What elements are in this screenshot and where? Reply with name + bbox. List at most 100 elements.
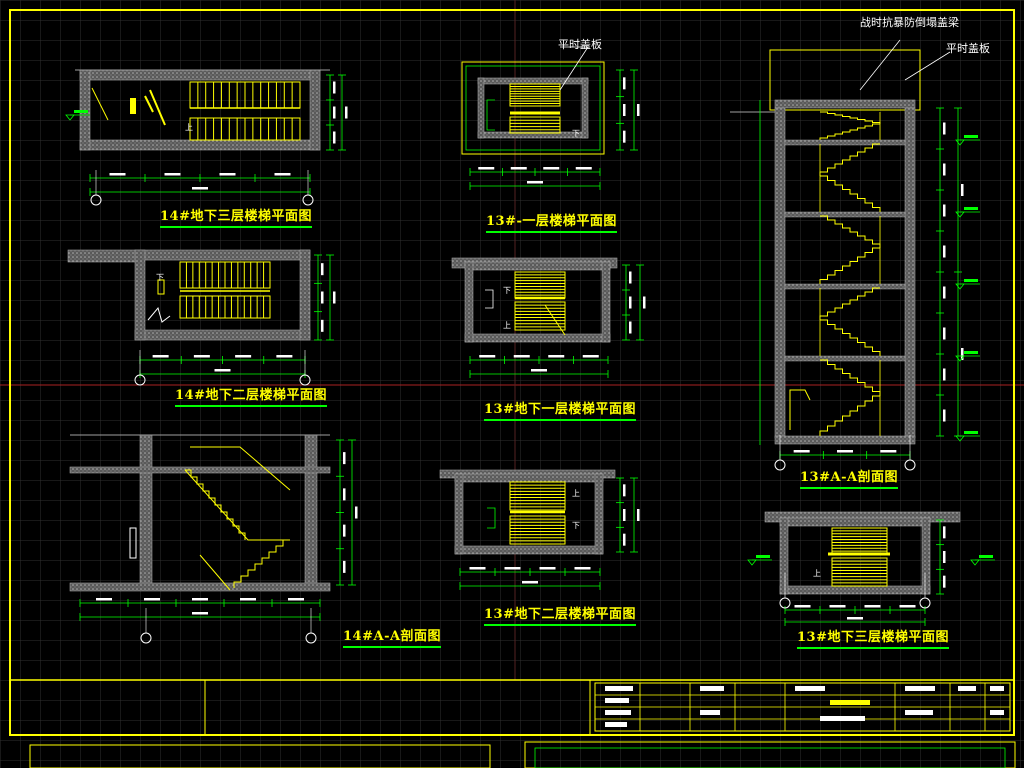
drawing-title-13-f1: 13#-一层楼梯平面图 bbox=[486, 210, 617, 233]
level-label bbox=[756, 555, 770, 558]
wall bbox=[304, 434, 318, 586]
annotation-wartime-wall: 战时抗暴防倒塌盖梁 bbox=[860, 16, 959, 29]
wall bbox=[601, 261, 611, 343]
dimension-label bbox=[355, 506, 358, 519]
dimension-label bbox=[943, 551, 946, 563]
stair-up-label: 上 bbox=[572, 489, 580, 498]
drawing-title-14-section: 14#A-A剖面图 bbox=[343, 625, 442, 648]
wall-right bbox=[904, 107, 916, 439]
dimension-label bbox=[478, 167, 495, 170]
wall bbox=[779, 517, 789, 595]
dimension-label bbox=[343, 488, 346, 501]
dimension-label bbox=[943, 245, 946, 258]
stair-down-label: 下 bbox=[156, 273, 164, 282]
drawing-title-13-b1: 13#地下一层楼梯平面图 bbox=[484, 398, 636, 421]
dimension-label bbox=[152, 355, 169, 358]
wall bbox=[464, 333, 611, 343]
dimension-label bbox=[235, 355, 252, 358]
floor-slab bbox=[784, 211, 906, 218]
dimension-label bbox=[623, 484, 626, 497]
dimension-label bbox=[192, 187, 208, 190]
dimension-label bbox=[829, 605, 846, 608]
floor-slab bbox=[784, 283, 906, 290]
dimension-label bbox=[943, 368, 946, 381]
floor-slab bbox=[69, 466, 331, 474]
wall bbox=[594, 473, 604, 555]
wall bbox=[779, 585, 931, 595]
wall bbox=[779, 517, 931, 527]
dimension-label bbox=[333, 106, 336, 119]
dimension-label bbox=[637, 509, 640, 521]
dimension-label bbox=[333, 81, 336, 94]
wall bbox=[79, 69, 321, 81]
dimension-label bbox=[345, 106, 348, 119]
stair-down-label: 下 bbox=[572, 129, 580, 138]
wall bbox=[454, 473, 604, 483]
dimension-label bbox=[276, 355, 293, 358]
wall bbox=[454, 473, 464, 555]
dimension-label bbox=[343, 524, 346, 537]
dimension-label bbox=[864, 605, 881, 608]
dimension-label bbox=[961, 184, 964, 196]
drawing-title-13-b3: 13#地下三层楼梯平面图 bbox=[797, 626, 949, 649]
level-label bbox=[964, 207, 978, 210]
wall bbox=[477, 77, 589, 85]
wall bbox=[134, 249, 146, 341]
dimension-label bbox=[623, 104, 626, 116]
background-grid bbox=[0, 0, 1024, 768]
dimension-label bbox=[164, 173, 181, 176]
dimension-label bbox=[943, 286, 946, 299]
wall-left bbox=[774, 107, 786, 439]
dimension-label bbox=[527, 181, 543, 184]
stair-up-label: 上 bbox=[185, 123, 193, 132]
dimension-label bbox=[637, 104, 640, 116]
dimension-label bbox=[513, 355, 530, 358]
dimension-label bbox=[794, 605, 811, 608]
annotation-temp-cover-1: 平时盖板 bbox=[558, 38, 602, 51]
level-label bbox=[964, 135, 978, 138]
dimension-label bbox=[214, 369, 231, 372]
dimension-label bbox=[943, 163, 946, 176]
dimension-label bbox=[629, 321, 632, 334]
dimension-label bbox=[548, 355, 565, 358]
wall bbox=[581, 77, 589, 139]
wall bbox=[477, 77, 485, 139]
wall bbox=[309, 69, 321, 151]
drawing-title-14-b2: 14#地下二层楼梯平面图 bbox=[175, 384, 327, 407]
dimension-label bbox=[582, 355, 599, 358]
dimension-label bbox=[793, 450, 810, 453]
dimension-label bbox=[943, 327, 946, 340]
dimension-label bbox=[144, 598, 160, 601]
dimension-label bbox=[321, 319, 324, 332]
dimension-label bbox=[192, 598, 208, 601]
dimension-label bbox=[333, 131, 336, 144]
stair-up-label: 上 bbox=[503, 321, 511, 330]
level-label bbox=[74, 110, 88, 113]
dimension-label bbox=[574, 567, 591, 570]
dimension-label bbox=[543, 167, 560, 170]
drawing-title-13-b2: 13#地下二层楼梯平面图 bbox=[484, 603, 636, 626]
wall bbox=[134, 329, 311, 341]
dimension-label bbox=[343, 452, 346, 465]
dimension-label bbox=[96, 598, 112, 601]
dimension-label bbox=[623, 509, 626, 521]
wall bbox=[134, 249, 311, 261]
dimension-label bbox=[219, 173, 236, 176]
dimension-label bbox=[623, 77, 626, 90]
dimension-label bbox=[629, 296, 632, 309]
wall bbox=[139, 434, 153, 586]
dimension-label bbox=[321, 291, 324, 304]
dimension-label bbox=[274, 173, 291, 176]
dimension-label bbox=[504, 567, 521, 570]
dimension-label bbox=[531, 369, 547, 372]
dimension-label bbox=[623, 130, 626, 143]
floor-slab bbox=[784, 355, 906, 362]
dimension-label bbox=[629, 271, 632, 284]
dimension-label bbox=[575, 167, 592, 170]
annotation-temp-cover-2: 平时盖板 bbox=[946, 42, 990, 55]
dimension-label bbox=[333, 291, 336, 304]
dimension-label bbox=[539, 567, 556, 570]
dimension-label bbox=[943, 409, 946, 422]
dimension-label bbox=[943, 204, 946, 217]
dimension-label bbox=[837, 450, 853, 453]
